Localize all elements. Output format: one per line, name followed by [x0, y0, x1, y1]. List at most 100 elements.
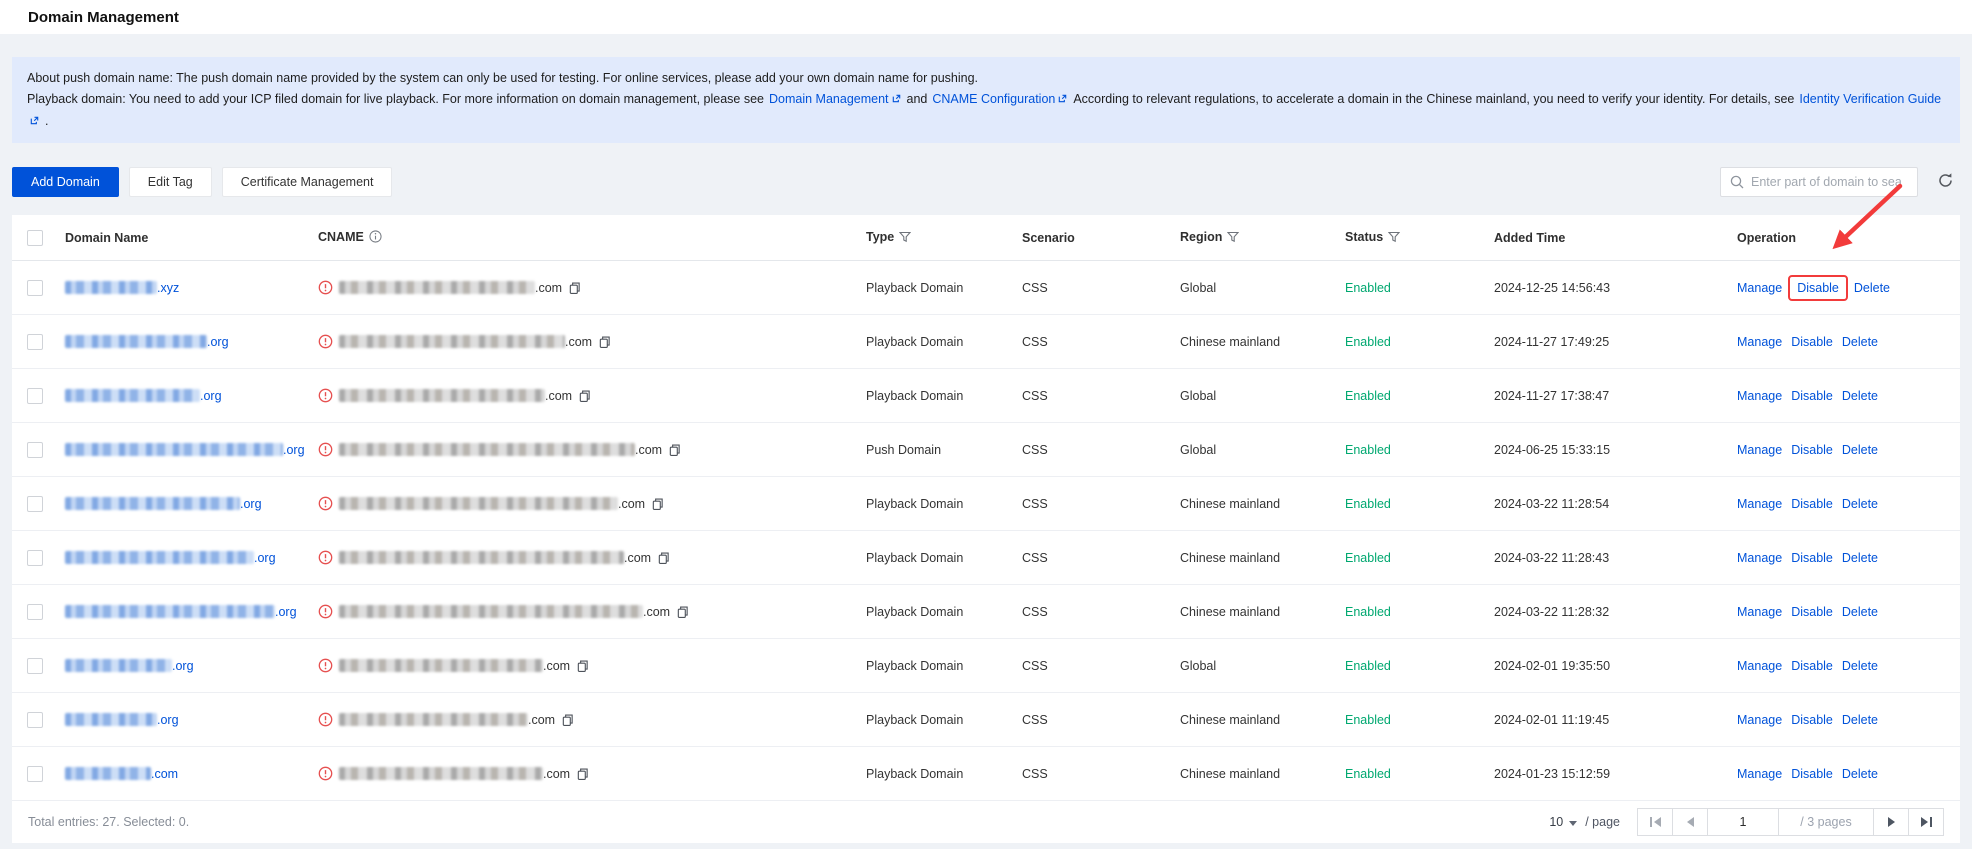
domain-name-link[interactable]: .xyz — [65, 280, 179, 295]
prev-page-button[interactable] — [1672, 808, 1708, 836]
pager-controls: / 3 pages — [1637, 808, 1944, 836]
refresh-button[interactable] — [1930, 167, 1960, 197]
operation-cell: Manage Disable Delete — [1725, 767, 1960, 781]
op-disable-link[interactable]: Disable — [1791, 389, 1833, 403]
row-checkbox[interactable] — [27, 495, 43, 512]
copy-icon[interactable] — [576, 767, 589, 781]
domain-management-link[interactable]: Domain Management — [769, 92, 902, 106]
domain-name-link[interactable]: .org — [65, 712, 179, 727]
copy-icon[interactable] — [561, 713, 574, 727]
add-domain-button[interactable]: Add Domain — [12, 167, 119, 197]
filter-icon[interactable] — [1227, 231, 1240, 246]
status-badge: Enabled — [1345, 280, 1391, 295]
copy-icon[interactable] — [568, 281, 581, 295]
added-time-cell: 2024-01-23 15:12:59 — [1494, 766, 1611, 781]
domain-name-link[interactable]: .org — [65, 658, 194, 673]
current-page-input[interactable] — [1708, 815, 1778, 829]
op-manage-link[interactable]: Manage — [1737, 767, 1782, 781]
domain-name-link[interactable]: .org — [65, 442, 305, 457]
table-row: .xyz .com Playback Domain CSS Global Ena… — [12, 261, 1960, 315]
op-delete-link[interactable]: Delete — [1842, 605, 1878, 619]
copy-icon[interactable] — [657, 551, 670, 565]
op-disable-link[interactable]: Disable — [1791, 767, 1833, 781]
type-cell: Push Domain — [866, 442, 942, 457]
redacted-domain-name — [65, 604, 275, 618]
row-checkbox[interactable] — [27, 279, 43, 296]
first-page-button[interactable] — [1637, 808, 1673, 836]
filter-icon[interactable] — [899, 231, 912, 246]
last-page-button[interactable] — [1908, 808, 1944, 836]
table-row: .org .com Playback Domain CSS Chinese ma… — [12, 585, 1960, 639]
op-manage-link[interactable]: Manage — [1737, 281, 1782, 295]
redacted-cname — [339, 658, 543, 672]
op-disable-link[interactable]: Disable — [1791, 713, 1833, 727]
op-disable-link[interactable]: Disable — [1791, 335, 1833, 349]
copy-icon[interactable] — [576, 659, 589, 673]
banner-line2-text3: According to relevant regulations, to ac… — [1073, 92, 1795, 106]
domain-name-link[interactable]: .org — [65, 604, 297, 619]
op-disable-link[interactable]: Disable — [1797, 281, 1839, 295]
op-disable-link[interactable]: Disable — [1791, 497, 1833, 511]
copy-icon[interactable] — [676, 605, 689, 619]
op-delete-link[interactable]: Delete — [1842, 713, 1878, 727]
op-manage-link[interactable]: Manage — [1737, 659, 1782, 673]
edit-tag-button[interactable]: Edit Tag — [128, 167, 212, 197]
op-delete-link[interactable]: Delete — [1854, 281, 1890, 295]
domain-name-link[interactable]: .org — [65, 388, 222, 403]
row-checkbox[interactable] — [27, 711, 43, 728]
status-badge: Enabled — [1345, 712, 1391, 727]
op-delete-link[interactable]: Delete — [1842, 389, 1878, 403]
domain-name-link[interactable]: .org — [65, 496, 262, 511]
domain-table: Domain Name CNAME Type Scenario Region S… — [12, 215, 1960, 843]
copy-icon[interactable] — [668, 443, 681, 457]
op-disable-link[interactable]: Disable — [1791, 443, 1833, 457]
next-page-button[interactable] — [1873, 808, 1909, 836]
external-link-icon — [29, 112, 40, 133]
op-delete-link[interactable]: Delete — [1842, 551, 1878, 565]
redacted-cname — [339, 604, 643, 618]
header-operation: Operation — [1737, 230, 1797, 245]
row-checkbox[interactable] — [27, 387, 43, 404]
domain-name-link[interactable]: .org — [65, 334, 229, 349]
select-all-checkbox[interactable] — [27, 229, 43, 246]
op-delete-link[interactable]: Delete — [1842, 767, 1878, 781]
op-manage-link[interactable]: Manage — [1737, 389, 1782, 403]
op-manage-link[interactable]: Manage — [1737, 335, 1782, 349]
page-size-select[interactable]: 10 — [1549, 815, 1578, 829]
certificate-management-button[interactable]: Certificate Management — [221, 167, 393, 197]
row-checkbox[interactable] — [27, 441, 43, 458]
row-checkbox[interactable] — [27, 603, 43, 620]
op-manage-link[interactable]: Manage — [1737, 551, 1782, 565]
op-manage-link[interactable]: Manage — [1737, 443, 1782, 457]
domain-name-link[interactable]: .org — [65, 550, 276, 565]
operation-cell: Manage Disable Delete — [1725, 335, 1960, 349]
op-manage-link[interactable]: Manage — [1737, 605, 1782, 619]
search-input[interactable] — [1720, 167, 1918, 197]
total-entries-label: Total entries: 27. Selected: 0. — [28, 815, 190, 829]
cname-value: .com — [339, 766, 570, 781]
copy-icon[interactable] — [598, 335, 611, 349]
redacted-cname — [339, 766, 543, 780]
op-disable-link[interactable]: Disable — [1791, 659, 1833, 673]
filter-icon[interactable] — [1387, 231, 1401, 246]
info-icon[interactable] — [369, 229, 382, 246]
row-checkbox[interactable] — [27, 549, 43, 566]
scenario-cell: CSS — [1022, 550, 1048, 565]
op-delete-link[interactable]: Delete — [1842, 659, 1878, 673]
domain-name-link[interactable]: .com — [65, 766, 178, 781]
row-checkbox[interactable] — [27, 657, 43, 674]
op-delete-link[interactable]: Delete — [1842, 497, 1878, 511]
row-checkbox[interactable] — [27, 765, 43, 782]
cname-configuration-link[interactable]: CNAME Configuration — [932, 92, 1068, 106]
op-manage-link[interactable]: Manage — [1737, 713, 1782, 727]
op-disable-link[interactable]: Disable — [1791, 605, 1833, 619]
row-checkbox[interactable] — [27, 333, 43, 350]
operation-cell: Manage Disable Delete — [1725, 713, 1960, 727]
op-manage-link[interactable]: Manage — [1737, 497, 1782, 511]
op-delete-link[interactable]: Delete — [1842, 443, 1878, 457]
copy-icon[interactable] — [651, 497, 664, 511]
op-disable-link[interactable]: Disable — [1791, 551, 1833, 565]
copy-icon[interactable] — [578, 389, 591, 403]
op-delete-link[interactable]: Delete — [1842, 335, 1878, 349]
header-cname: CNAME — [306, 230, 854, 246]
